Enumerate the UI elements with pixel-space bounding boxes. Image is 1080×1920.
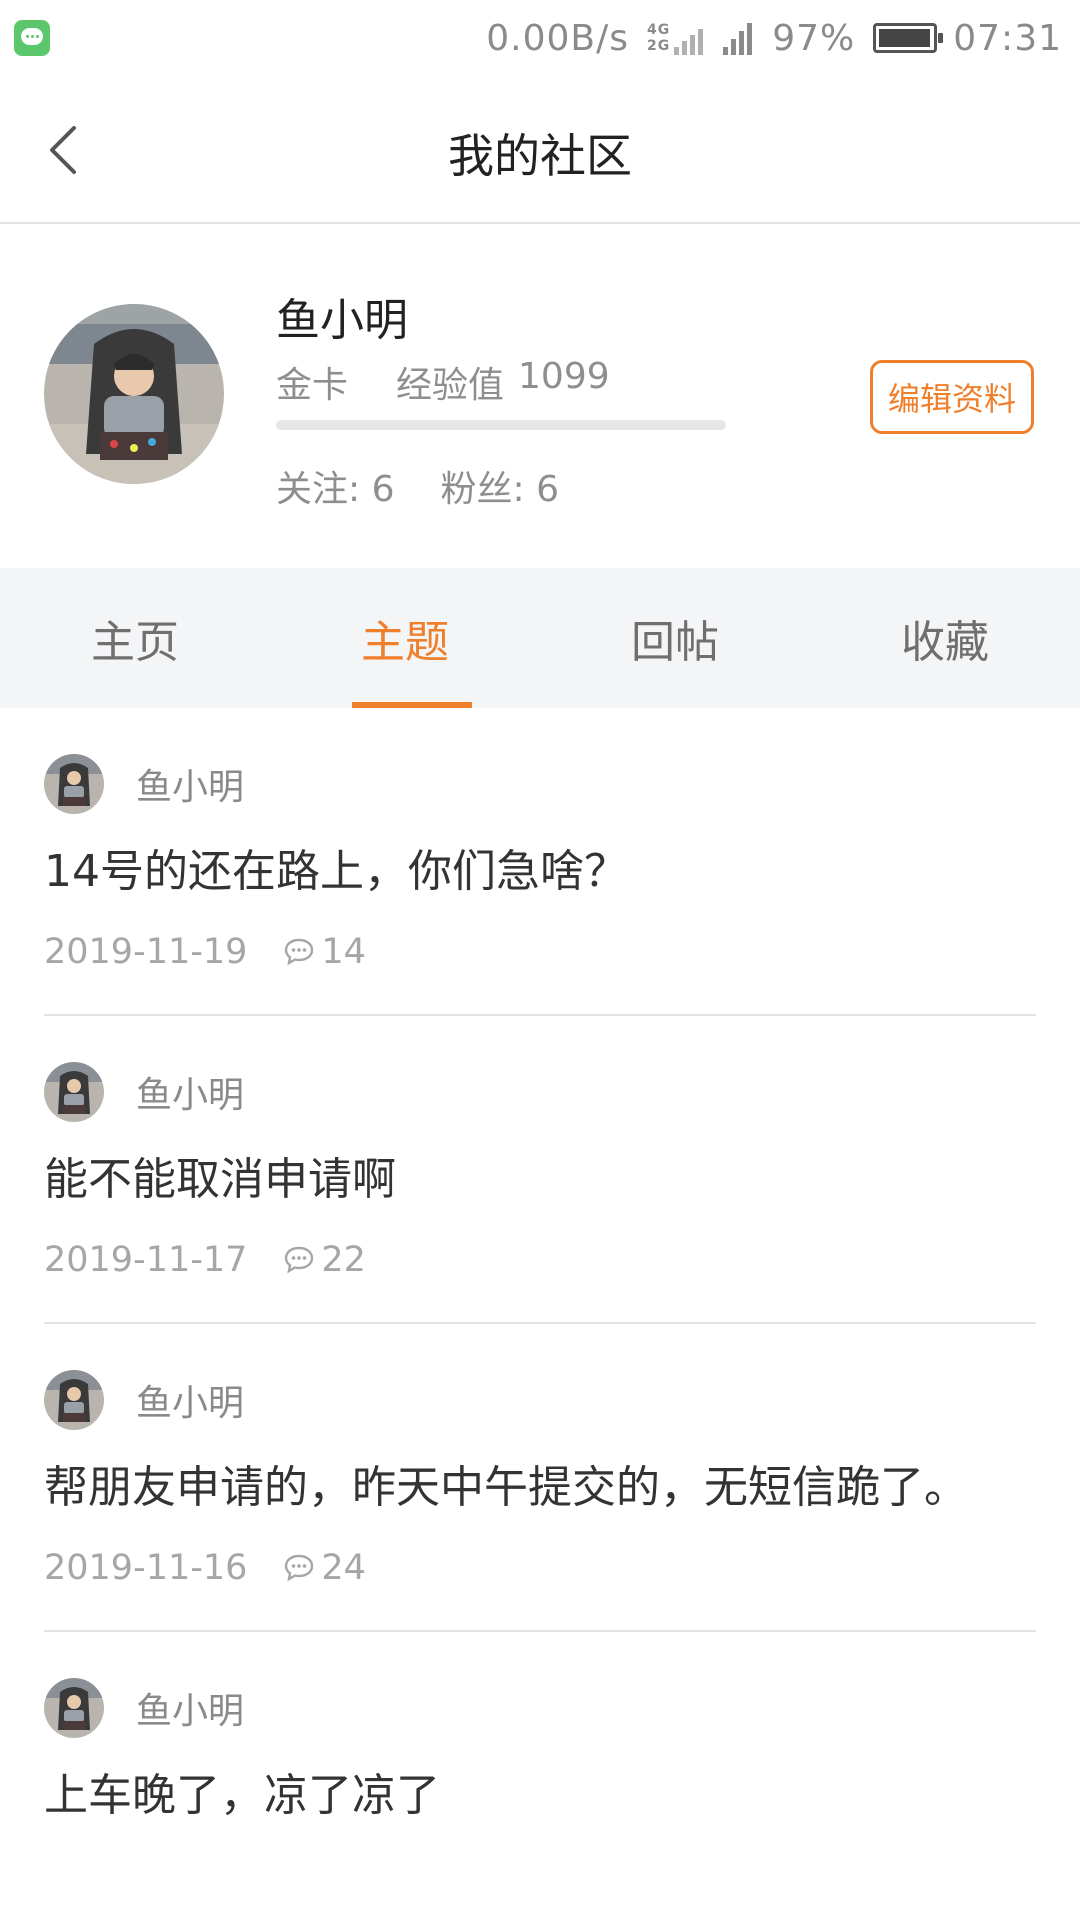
exp-label: 经验值 xyxy=(396,365,505,406)
post-title[interactable]: 能不能取消申请啊 xyxy=(44,1150,984,1210)
post-title[interactable]: 上车晚了，凉了凉了 xyxy=(44,1766,984,1826)
exp-value: 1099 xyxy=(518,356,610,397)
comment-icon xyxy=(285,938,314,966)
avatar[interactable] xyxy=(44,304,224,484)
edit-profile-button[interactable]: 编辑资料 xyxy=(870,360,1034,434)
page-title: 我的社区 xyxy=(448,129,632,183)
exp-progress-bar xyxy=(276,420,726,430)
post-meta: 2019-11-19 14 xyxy=(44,932,1036,972)
message-app-icon xyxy=(14,20,50,56)
net-speed: 0.00B/s xyxy=(486,17,629,59)
fans-count: 6 xyxy=(536,469,560,510)
post-date: 2019-11-16 xyxy=(44,1548,248,1588)
battery-icon xyxy=(873,23,944,53)
list-item[interactable]: 鱼小明 能不能取消申请啊 2019-11-17 22 xyxy=(44,1062,1036,1324)
follow-stats: 关注: 6 粉丝: 6 xyxy=(276,460,605,512)
list-item[interactable]: 鱼小明 帮朋友申请的，昨天中午提交的，无短信跪了。 2019-11-16 24 xyxy=(44,1370,1036,1632)
author-avatar[interactable] xyxy=(44,1370,104,1430)
comment-icon xyxy=(285,1246,314,1274)
post-list: 鱼小明 14号的还在路上，你们急啥？ 2019-11-19 14 鱼小明 能不能… xyxy=(0,708,1080,1866)
follow-count-group[interactable]: 关注: 6 xyxy=(276,460,395,512)
status-bar: 0.00B/s 4G 2G 97% 07:31 xyxy=(0,0,1080,76)
post-author[interactable]: 鱼小明 xyxy=(44,1370,1036,1430)
post-author[interactable]: 鱼小明 xyxy=(44,1062,1036,1122)
post-title[interactable]: 14号的还在路上，你们急啥？ xyxy=(44,842,984,902)
post-author[interactable]: 鱼小明 xyxy=(44,1678,1036,1738)
list-item[interactable]: 鱼小明 上车晚了，凉了凉了 xyxy=(44,1678,1036,1826)
signal-icon-sim1 xyxy=(674,21,704,55)
post-author[interactable]: 鱼小明 xyxy=(44,754,1036,814)
signal-icon-sim2 xyxy=(723,21,753,55)
list-item[interactable]: 鱼小明 14号的还在路上，你们急啥？ 2019-11-19 14 xyxy=(44,754,1036,1016)
author-name[interactable]: 鱼小明 xyxy=(136,1374,244,1426)
follow-count: 6 xyxy=(371,469,395,510)
app-header: 我的社区 xyxy=(0,76,1080,224)
author-avatar[interactable] xyxy=(44,1678,104,1738)
post-title[interactable]: 帮朋友申请的，昨天中午提交的，无短信跪了。 xyxy=(44,1458,984,1518)
post-meta: 2019-11-16 24 xyxy=(44,1548,1036,1588)
card-level: 金卡 xyxy=(276,365,349,406)
network-type-icon: 4G 2G xyxy=(647,22,671,54)
author-name[interactable]: 鱼小明 xyxy=(136,758,244,810)
clock: 07:31 xyxy=(953,17,1062,59)
profile-card: 鱼小明 金卡 经验值 1099 关注: 6 粉丝: 6 编辑资料 xyxy=(0,226,1080,568)
fans-count-group[interactable]: 粉丝: 6 xyxy=(441,460,560,512)
tab-topics[interactable]: 主题 xyxy=(270,568,540,708)
tab-favorites[interactable]: 收藏 xyxy=(810,568,1080,708)
level-info: 金卡 经验值 1099 xyxy=(276,356,610,408)
comment-count: 24 xyxy=(321,1548,366,1588)
post-date: 2019-11-17 xyxy=(44,1240,248,1280)
comment-count: 14 xyxy=(321,932,366,972)
profile-tabs: 主页 主题 回帖 收藏 xyxy=(0,568,1080,708)
author-avatar[interactable] xyxy=(44,754,104,814)
post-date: 2019-11-19 xyxy=(44,932,248,972)
author-avatar[interactable] xyxy=(44,1062,104,1122)
tab-replies[interactable]: 回帖 xyxy=(540,568,810,708)
username: 鱼小明 xyxy=(276,295,408,346)
battery-percent: 97% xyxy=(772,17,856,59)
tab-home[interactable]: 主页 xyxy=(0,568,270,708)
comment-icon xyxy=(285,1554,314,1582)
author-name[interactable]: 鱼小明 xyxy=(136,1682,244,1734)
author-name[interactable]: 鱼小明 xyxy=(136,1066,244,1118)
comment-count: 22 xyxy=(321,1240,366,1280)
post-meta: 2019-11-17 22 xyxy=(44,1240,1036,1280)
